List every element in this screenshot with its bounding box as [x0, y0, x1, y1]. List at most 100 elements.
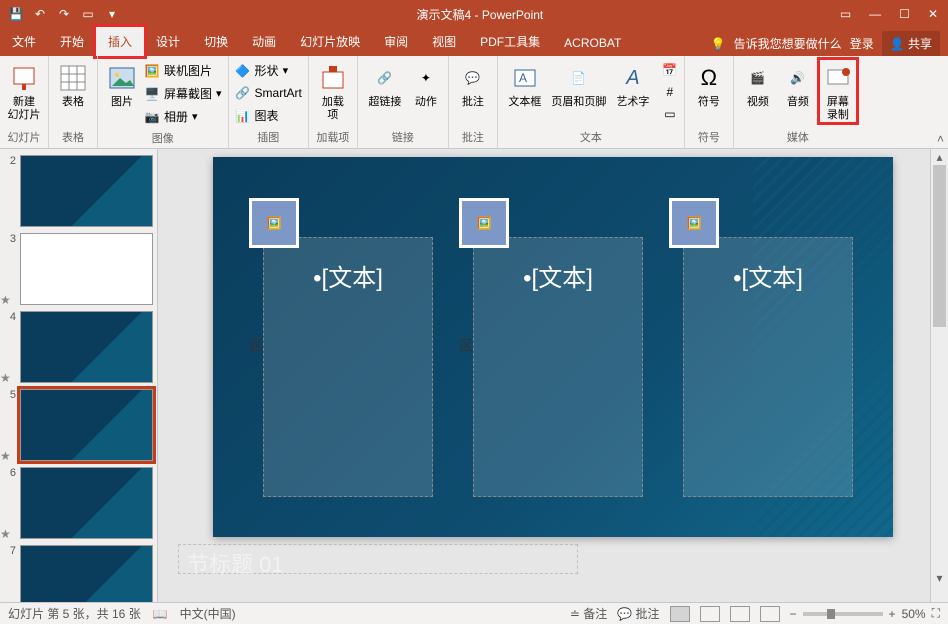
group-images: 图片 🖼️联机图片 🖥️屏幕截图 ▾ 📷相册 ▾ 图像 [98, 56, 229, 148]
date-time-button[interactable]: 📅 [662, 60, 678, 80]
comment-button[interactable]: 💬 批注 [455, 60, 491, 109]
tab-file[interactable]: 文件 [0, 27, 48, 56]
tellme-text[interactable]: 告诉我您想要做什么 [734, 35, 842, 52]
wordart-button[interactable]: A 艺术字 [612, 60, 654, 109]
window-controls: ▭ — ☐ ✕ [840, 7, 948, 21]
tab-review[interactable]: 审阅 [372, 27, 420, 56]
window-title: 演示文稿4 - PowerPoint [120, 6, 840, 23]
collapse-ribbon-icon[interactable]: ˄ [937, 132, 944, 146]
title-placeholder[interactable]: 节标题 01 [178, 544, 578, 574]
tab-view[interactable]: 视图 [420, 27, 468, 56]
slide-sorter-view-button[interactable] [700, 606, 720, 622]
zoom-out-icon[interactable]: − [790, 607, 797, 621]
notes-button[interactable]: ≐ 备注 [570, 605, 607, 622]
tab-slideshow[interactable]: 幻灯片放映 [288, 27, 372, 56]
tab-pdf[interactable]: PDF工具集 [468, 27, 552, 56]
picture-placeholder-icon[interactable]: 🖼️ [249, 198, 299, 248]
undo-icon[interactable]: ↶ [32, 6, 48, 22]
tab-design[interactable]: 设计 [144, 27, 192, 56]
ribbon-tabs: 文件 开始 插入 设计 切换 动画 幻灯片放映 审阅 视图 PDF工具集 ACR… [0, 28, 948, 56]
group-slides: 新建 幻灯片 幻灯片 [0, 56, 49, 148]
smartart-button[interactable]: 🔗SmartArt [235, 83, 302, 103]
thumbnail-slide-2[interactable]: 2 [4, 155, 153, 227]
normal-view-button[interactable] [670, 606, 690, 622]
shapes-button[interactable]: 🔷形状 ▾ [235, 60, 302, 81]
group-addins: 加载 项 加载项 [309, 56, 358, 148]
screen-recording-button[interactable]: 屏幕 录制 [820, 60, 856, 122]
slide-number-button[interactable]: # [662, 82, 678, 102]
content-card-3[interactable]: 🖼️ •[文本] [683, 237, 853, 497]
svg-text:A: A [519, 71, 527, 85]
title-bar: 💾 ↶ ↷ ▭ ▾ 演示文稿4 - PowerPoint ▭ — ☐ ✕ [0, 0, 948, 28]
scroll-down-icon: ▾ [931, 570, 948, 586]
thumbnail-slide-5[interactable]: 5 [4, 389, 153, 461]
screenshot-button[interactable]: 🖥️屏幕截图 ▾ [144, 83, 222, 104]
video-button[interactable]: 🎬 视频 [740, 60, 776, 109]
tab-home[interactable]: 开始 [48, 27, 96, 56]
group-media: 🎬 视频 🔊 音频 屏幕 录制 媒体 [734, 56, 862, 148]
content-card-2[interactable]: 🖼️ 区 •[文本] [473, 237, 643, 497]
thumbnail-slide-6[interactable]: 6 [4, 467, 153, 539]
ribbon: 新建 幻灯片 幻灯片 表格 表格 图片 🖼️联机图片 🖥️屏幕截图 ▾ 📷相册 … [0, 56, 948, 149]
audio-button[interactable]: 🔊 音频 [780, 60, 816, 109]
group-symbols: Ω 符号 符号 [685, 56, 734, 148]
zoom-in-icon[interactable]: + [889, 607, 896, 621]
action-button[interactable]: ✦ 动作 [410, 60, 442, 109]
thumbnail-slide-7[interactable]: 7 [4, 545, 153, 602]
zoom-value[interactable]: 50% [902, 607, 926, 621]
picture-placeholder-icon[interactable]: 🖼️ [669, 198, 719, 248]
header-footer-button[interactable]: 📄 页眉和页脚 [550, 60, 608, 109]
spell-check-icon[interactable]: 📖 [153, 607, 168, 621]
thumbnail-slide-4[interactable]: 4 [4, 311, 153, 383]
qat-dropdown-icon[interactable]: ▾ [104, 6, 120, 22]
maximize-icon[interactable]: ☐ [899, 7, 910, 21]
pictures-button[interactable]: 图片 [104, 60, 140, 109]
vertical-scrollbar[interactable]: ▴ ▾ [930, 149, 948, 602]
share-button[interactable]: 👤 共享 [882, 31, 940, 56]
scroll-up-icon: ▴ [931, 149, 948, 165]
hyperlink-button[interactable]: 🔗 超链接 [364, 60, 406, 109]
slide-counter[interactable]: 幻灯片 第 5 张，共 16 张 [8, 605, 141, 622]
comments-button[interactable]: 💬 批注 [617, 605, 659, 622]
tab-transition[interactable]: 切换 [192, 27, 240, 56]
textbox-button[interactable]: A 文本框 [504, 60, 546, 109]
quick-access-toolbar: 💾 ↶ ↷ ▭ ▾ [0, 6, 120, 22]
fit-window-icon[interactable]: ⛶ [932, 606, 940, 621]
tab-acrobat[interactable]: ACROBAT [552, 30, 633, 56]
thumbnail-panel[interactable]: 2 3★ 4★ 5★ 6★ 7 [0, 149, 158, 602]
reading-view-button[interactable] [730, 606, 750, 622]
new-slide-button[interactable]: 新建 幻灯片 [6, 60, 42, 122]
zoom-slider[interactable] [803, 612, 883, 616]
save-icon[interactable]: 💾 [8, 6, 24, 22]
status-bar: 幻灯片 第 5 张，共 16 张 📖 中文(中国) ≐ 备注 💬 批注 − + … [0, 602, 948, 624]
zoom-control[interactable]: − + 50% ⛶ [790, 606, 940, 621]
object-button[interactable]: ▭ [662, 104, 678, 124]
content-card-1[interactable]: 🖼️ 区 •[文本] [263, 237, 433, 497]
group-links: 🔗 超链接 ✦ 动作 链接 [358, 56, 449, 148]
redo-icon[interactable]: ↷ [56, 6, 72, 22]
ribbon-options-icon[interactable]: ▭ [840, 7, 851, 21]
slide-editor[interactable]: 🖼️ 区 •[文本] 🖼️ 区 •[文本] 🖼️ •[文本] 节标题 01 ▴ … [158, 149, 948, 602]
close-icon[interactable]: ✕ [928, 7, 938, 21]
chart-button[interactable]: 📊图表 [235, 105, 302, 126]
group-illustrations: 🔷形状 ▾ 🔗SmartArt 📊图表 插图 [229, 56, 309, 148]
addins-button[interactable]: 加载 项 [315, 60, 351, 122]
tab-animation[interactable]: 动画 [240, 27, 288, 56]
slide-canvas[interactable]: 🖼️ 区 •[文本] 🖼️ 区 •[文本] 🖼️ •[文本] [213, 157, 893, 537]
online-pictures-button[interactable]: 🖼️联机图片 [144, 60, 222, 81]
group-text: A 文本框 📄 页眉和页脚 A 艺术字 📅 # ▭ 文本 [498, 56, 685, 148]
workspace: 2 3★ 4★ 5★ 6★ 7 🖼️ 区 •[文本] 🖼️ 区 •[文本] 🖼️… [0, 149, 948, 602]
table-button[interactable]: 表格 [55, 60, 91, 109]
tab-insert[interactable]: 插入 [96, 27, 144, 56]
slideshow-view-button[interactable] [760, 606, 780, 622]
photo-album-button[interactable]: 📷相册 ▾ [144, 106, 222, 127]
login-link[interactable]: 登录 [850, 35, 874, 52]
language-status[interactable]: 中文(中国) [180, 605, 236, 622]
minimize-icon[interactable]: — [869, 7, 881, 21]
symbol-button[interactable]: Ω 符号 [691, 60, 727, 109]
tellme-icon: 💡 [711, 37, 726, 51]
picture-placeholder-icon[interactable]: 🖼️ [459, 198, 509, 248]
group-tables: 表格 表格 [49, 56, 98, 148]
thumbnail-slide-3[interactable]: 3 [4, 233, 153, 305]
start-from-beginning-icon[interactable]: ▭ [80, 6, 96, 22]
